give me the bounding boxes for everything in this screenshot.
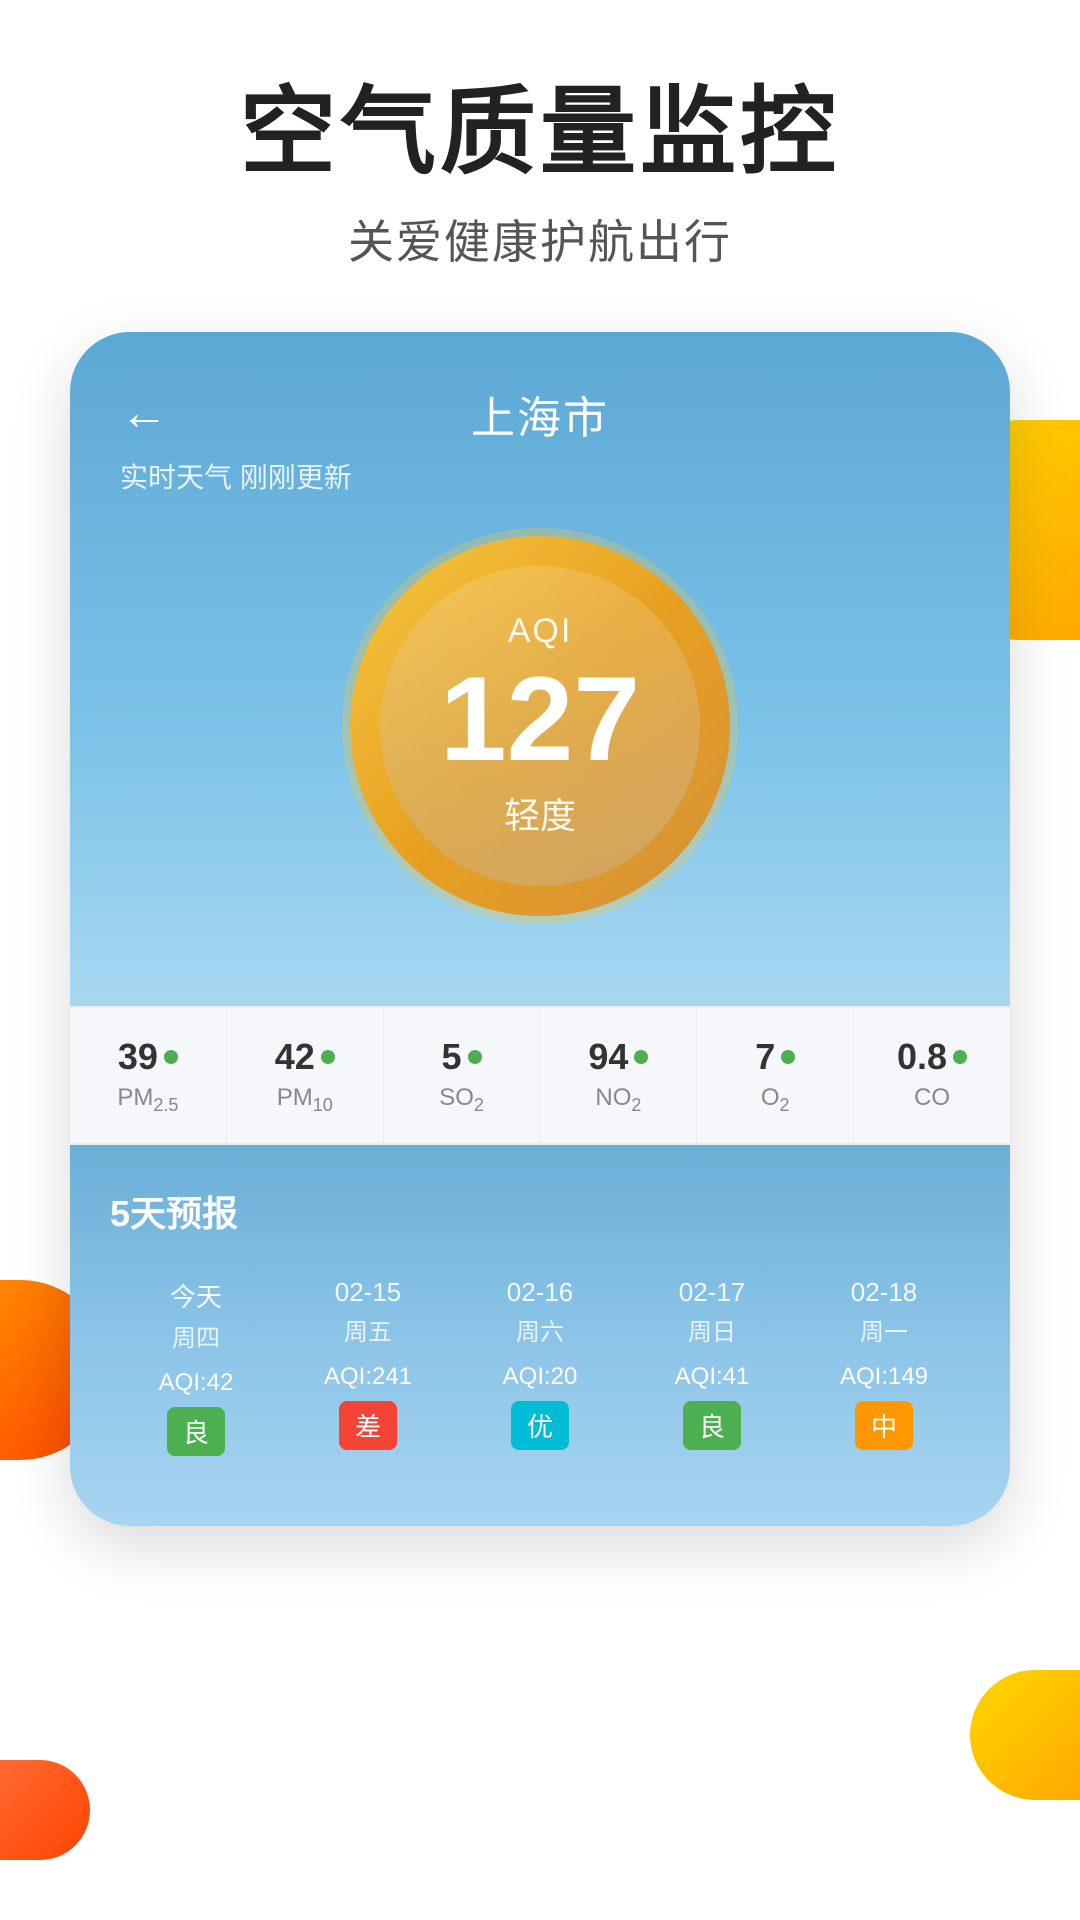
metric-name: CO bbox=[864, 1084, 1000, 1112]
metric-value: 7 bbox=[755, 1036, 775, 1078]
aqi-label: AQI bbox=[508, 612, 573, 651]
deco-circle-bottom-right bbox=[970, 1670, 1080, 1800]
metric-item-0: 39 PM2.5 bbox=[70, 1008, 227, 1144]
forecast-weekday: 周日 bbox=[631, 1312, 793, 1347]
metric-item-3: 94 NO2 bbox=[540, 1008, 697, 1144]
forecast-day-0: 今天 周四 AQI:42 良 bbox=[110, 1267, 282, 1466]
forecast-aqi-text: AQI:41 bbox=[631, 1363, 793, 1391]
metrics-row: 39 PM2.5 42 PM10 5 SO2 94 NO2 7 O2 0.8 bbox=[70, 1006, 1010, 1146]
metric-dot bbox=[781, 1050, 795, 1064]
forecast-badge: 中 bbox=[855, 1401, 913, 1450]
forecast-badge: 差 bbox=[339, 1401, 397, 1450]
metric-value-row: 0.8 bbox=[864, 1036, 1000, 1078]
metric-value-row: 39 bbox=[80, 1036, 216, 1078]
forecast-badge: 优 bbox=[511, 1401, 569, 1450]
forecast-date: 02-16 bbox=[459, 1277, 621, 1308]
metric-value: 42 bbox=[275, 1036, 315, 1078]
phone-card: ← 上海市 实时天气 刚刚更新 AQI 127 轻度 39 PM2.5 42 bbox=[70, 332, 1010, 1527]
metric-item-4: 7 O2 bbox=[697, 1008, 854, 1144]
forecast-section: 5天预报 今天 周四 AQI:42 良 02-15 周五 AQI:241 差 0… bbox=[70, 1145, 1010, 1526]
metric-value-row: 42 bbox=[237, 1036, 373, 1078]
metric-value: 94 bbox=[588, 1036, 628, 1078]
forecast-badge: 良 bbox=[167, 1407, 225, 1456]
metric-item-2: 5 SO2 bbox=[384, 1008, 541, 1144]
metric-name: NO2 bbox=[550, 1084, 686, 1116]
metric-dot bbox=[953, 1050, 967, 1064]
forecast-aqi-text: AQI:241 bbox=[287, 1363, 449, 1391]
header-section: 空气质量监控 关爱健康护航出行 bbox=[0, 0, 1080, 312]
metric-item-1: 42 PM10 bbox=[227, 1008, 384, 1144]
forecast-day-1: 02-15 周五 AQI:241 差 bbox=[282, 1267, 454, 1466]
forecast-grid: 今天 周四 AQI:42 良 02-15 周五 AQI:241 差 02-16 … bbox=[110, 1267, 970, 1466]
aqi-circle-container: AQI 127 轻度 bbox=[120, 536, 960, 916]
aqi-circle-inner: AQI 127 轻度 bbox=[380, 566, 700, 886]
metric-value-row: 7 bbox=[707, 1036, 843, 1078]
back-button[interactable]: ← bbox=[120, 386, 168, 441]
nav-bar: ← 上海市 bbox=[120, 382, 960, 446]
metric-value: 5 bbox=[442, 1036, 462, 1078]
forecast-weekday: 周五 bbox=[287, 1312, 449, 1347]
forecast-date: 02-18 bbox=[803, 1277, 965, 1308]
city-name: 上海市 bbox=[471, 382, 609, 446]
forecast-aqi-text: AQI:20 bbox=[459, 1363, 621, 1391]
metric-name: O2 bbox=[707, 1084, 843, 1116]
forecast-aqi-text: AQI:42 bbox=[115, 1369, 277, 1397]
metric-name: PM2.5 bbox=[80, 1084, 216, 1116]
forecast-day-4: 02-18 周一 AQI:149 中 bbox=[798, 1267, 970, 1466]
forecast-weekday: 周一 bbox=[803, 1312, 965, 1347]
forecast-day-2: 02-16 周六 AQI:20 优 bbox=[454, 1267, 626, 1466]
metric-dot bbox=[468, 1050, 482, 1064]
metric-name: PM10 bbox=[237, 1084, 373, 1116]
forecast-badge: 良 bbox=[683, 1401, 741, 1450]
metric-dot bbox=[321, 1050, 335, 1064]
forecast-weekday: 周四 bbox=[115, 1318, 277, 1353]
app-title: 空气质量监控 bbox=[60, 80, 1020, 186]
forecast-aqi-text: AQI:149 bbox=[803, 1363, 965, 1391]
deco-circle-bottom-left bbox=[0, 1760, 90, 1860]
forecast-date: 02-15 bbox=[287, 1277, 449, 1308]
aqi-level: 轻度 bbox=[504, 787, 576, 839]
metric-value: 0.8 bbox=[897, 1036, 947, 1078]
aqi-circle-outer: AQI 127 轻度 bbox=[350, 536, 730, 916]
metric-value-row: 94 bbox=[550, 1036, 686, 1078]
forecast-title: 5天预报 bbox=[110, 1185, 970, 1237]
forecast-weekday: 周六 bbox=[459, 1312, 621, 1347]
forecast-date: 02-17 bbox=[631, 1277, 793, 1308]
forecast-date: 今天 bbox=[115, 1277, 277, 1314]
metric-value-row: 5 bbox=[394, 1036, 530, 1078]
metric-value: 39 bbox=[118, 1036, 158, 1078]
blue-section: ← 上海市 实时天气 刚刚更新 AQI 127 轻度 bbox=[70, 332, 1010, 1006]
aqi-value: 127 bbox=[440, 659, 640, 779]
forecast-day-3: 02-17 周日 AQI:41 良 bbox=[626, 1267, 798, 1466]
app-subtitle: 关爱健康护航出行 bbox=[60, 206, 1020, 272]
metric-item-5: 0.8 CO bbox=[854, 1008, 1010, 1144]
metrics-section: 39 PM2.5 42 PM10 5 SO2 94 NO2 7 O2 0.8 bbox=[70, 1006, 1010, 1146]
metric-dot bbox=[634, 1050, 648, 1064]
weather-status: 实时天气 刚刚更新 bbox=[120, 456, 960, 496]
metric-dot bbox=[164, 1050, 178, 1064]
metric-name: SO2 bbox=[394, 1084, 530, 1116]
